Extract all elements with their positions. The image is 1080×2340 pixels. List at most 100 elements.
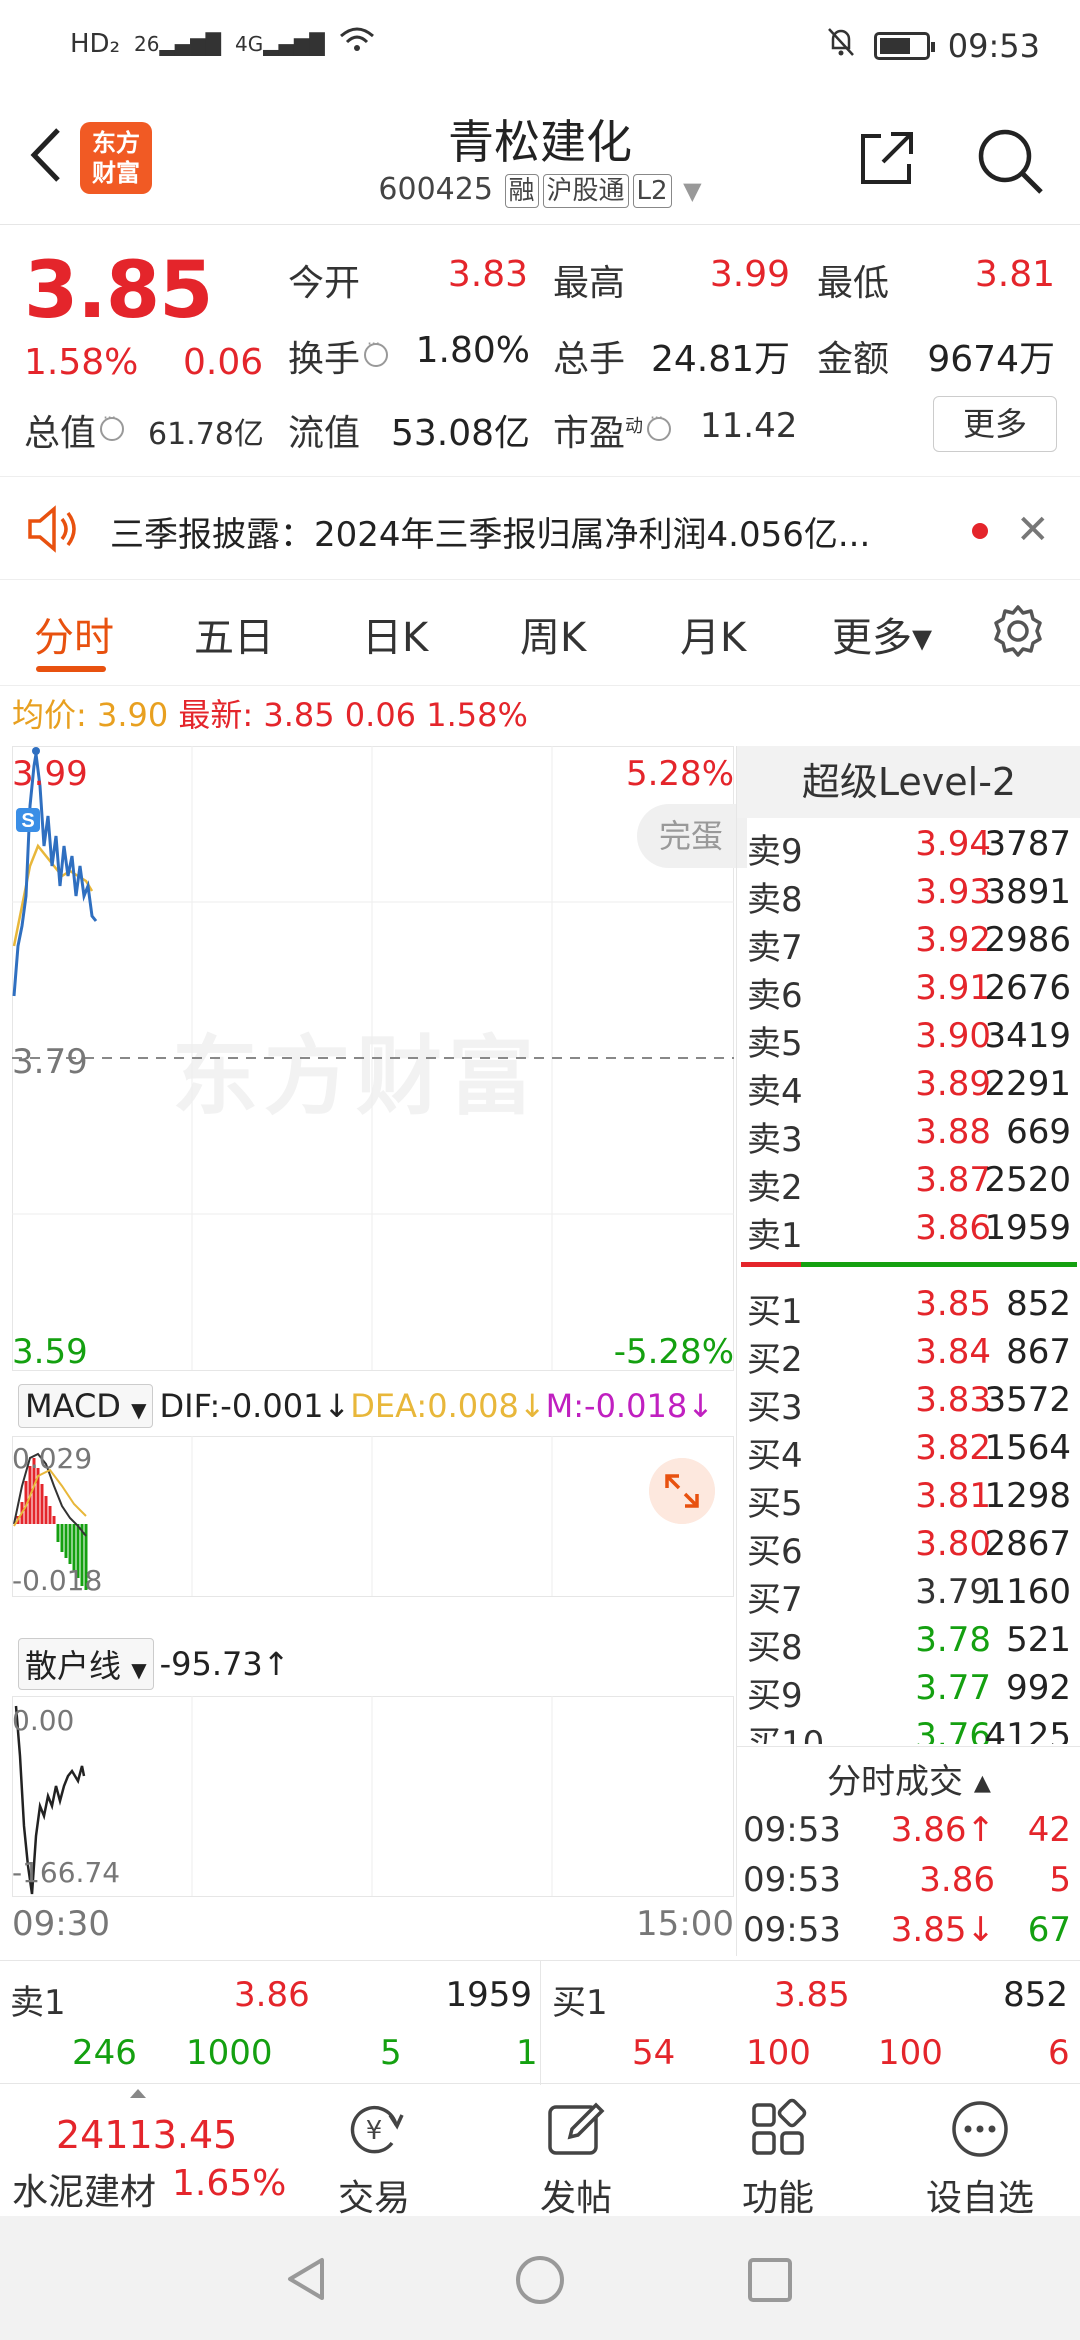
sell1-price: 3.86 bbox=[234, 1975, 310, 2015]
tab-intraday[interactable]: 分时 bbox=[34, 605, 114, 663]
bid-row: 买9 3.77 992 bbox=[747, 1668, 1071, 1716]
unread-dot bbox=[972, 523, 988, 539]
trade-icon: ¥ bbox=[350, 2105, 404, 2154]
chart-low-pct: -5.28% bbox=[613, 1332, 734, 1372]
bid-row: 买4 3.82 1564 bbox=[747, 1428, 1071, 1476]
nav-add-watchlist[interactable]: 设自选 bbox=[880, 2085, 1080, 2219]
info-icon bbox=[100, 408, 125, 441]
order-book[interactable]: 超级Level-2 卖9 3.94 3787 卖8 3.93 3891 卖7 3.92 29… bbox=[736, 746, 1080, 1956]
sell1-volume: 1959 bbox=[445, 1975, 532, 2015]
tick-trades-title[interactable]: 分时成交 ▴ bbox=[737, 1754, 1080, 1803]
retail-line-value: -95.73 bbox=[159, 1645, 263, 1683]
sell-queue-item: 5 bbox=[380, 2033, 402, 2073]
sell-queue-item: 246 bbox=[72, 2033, 137, 2073]
nav-recents-icon[interactable] bbox=[746, 2256, 794, 2304]
avg-price-bar: 均价: 3.90 最新: 3.85 0.06 1.58% bbox=[12, 690, 528, 742]
tab-five-day[interactable]: 五日 bbox=[194, 605, 274, 663]
volume-value: 24.81万 bbox=[650, 339, 790, 380]
book-divider bbox=[741, 1262, 1077, 1267]
macd-dea: DEA:0.008 bbox=[350, 1387, 519, 1425]
nav-post[interactable]: 发帖 bbox=[476, 2085, 676, 2219]
open-value: 3.83 bbox=[447, 254, 528, 295]
more-dots-icon bbox=[952, 2101, 1008, 2157]
nav-back-icon[interactable] bbox=[282, 2254, 332, 2304]
chart-tabs: 分时 五日 日K 周K 月K 更多▾ bbox=[0, 581, 1080, 686]
bid-row: 买5 3.81 1298 bbox=[747, 1476, 1071, 1524]
chart-prev-close: 3.79 bbox=[12, 1042, 88, 1082]
open-label: 今开 bbox=[288, 263, 361, 304]
sell-queue-item: 1000 bbox=[186, 2033, 273, 2073]
more-quote-button[interactable]: 更多 bbox=[933, 396, 1057, 452]
ask-row: 卖6 3.91 2676 bbox=[747, 968, 1071, 1016]
low-label: 最低 bbox=[817, 263, 890, 304]
tab-more[interactable]: 更多▾ bbox=[832, 605, 932, 663]
nav-trade[interactable]: ¥ 交易 bbox=[274, 2085, 474, 2219]
bid-row: 买3 3.83 3572 bbox=[747, 1380, 1071, 1428]
latest-label: 最新: bbox=[178, 696, 254, 734]
mktcap-label[interactable]: 总值 bbox=[24, 404, 125, 456]
battery-icon bbox=[873, 32, 935, 60]
bid-row: 买7 3.79 1160 bbox=[747, 1572, 1071, 1620]
search-icon[interactable] bbox=[975, 126, 1045, 196]
ask-row: 卖1 3.86 1959 bbox=[747, 1208, 1071, 1256]
hd-indicator: HD₂ bbox=[70, 28, 120, 59]
bid-row: 买1 3.85 852 bbox=[747, 1284, 1071, 1332]
share-icon[interactable] bbox=[855, 126, 919, 190]
macd-bottom-value: -0.018 bbox=[12, 1564, 103, 1597]
sector-index[interactable]: 24113.45 水泥建材 1.65% bbox=[0, 2085, 290, 2215]
time-start: 09:30 bbox=[12, 1904, 110, 1944]
retail-line-selector[interactable]: 散户线 ▼ bbox=[18, 1638, 154, 1690]
announcement-text: 三季报披露：2024年三季报归属净利润4.056亿... bbox=[110, 515, 871, 555]
sell-marker[interactable]: S bbox=[21, 810, 34, 832]
retail-line-bar: 散户线 ▼ -95.73 ↑ bbox=[12, 1634, 734, 1694]
expand-icon[interactable] bbox=[649, 1458, 715, 1524]
level1-queue[interactable]: 卖1 3.86 1959 买1 3.85 852 246 1000 5 1 54… bbox=[0, 1960, 1080, 2085]
pe-label[interactable]: 市盈动 bbox=[553, 404, 672, 456]
turnover-label[interactable]: 换手 bbox=[288, 330, 389, 382]
buy1-label: 买1 bbox=[552, 1983, 608, 2023]
gear-icon[interactable] bbox=[990, 603, 1046, 659]
latest-change: 0.06 bbox=[344, 696, 417, 734]
intraday-chart[interactable]: 东方财富 S 完蛋 3.99 5.28% 3.79 3.59 -5.28% MA… bbox=[12, 746, 747, 1956]
amount-value: 9674万 bbox=[927, 339, 1055, 380]
buy-queue-item: 100 bbox=[878, 2033, 943, 2073]
bid-row: 买6 3.80 2867 bbox=[747, 1524, 1071, 1572]
quote-panel: 3.85 1.58% 0.06 今开 3.83 最高 3.99 最低 3.81 … bbox=[0, 226, 1080, 476]
chart-high-pct: 5.28% bbox=[625, 754, 734, 794]
ask-row: 卖5 3.90 3419 bbox=[747, 1016, 1071, 1064]
tab-daily-k[interactable]: 日K bbox=[362, 605, 428, 663]
nav-functions[interactable]: 功能 bbox=[678, 2085, 878, 2219]
close-icon[interactable]: ✕ bbox=[1016, 507, 1050, 553]
wifi-icon bbox=[339, 26, 375, 61]
announcement-banner[interactable]: 三季报披露：2024年三季报归属净利润4.056亿... ✕ bbox=[0, 476, 1080, 580]
macd-top-value: 0.029 bbox=[12, 1442, 93, 1475]
clock: 09:53 bbox=[947, 27, 1040, 65]
mktcap-value: 61.78亿 bbox=[148, 417, 264, 452]
ask-row: 卖8 3.93 3891 bbox=[747, 872, 1071, 920]
latest-percent: 1.58% bbox=[426, 696, 528, 734]
complete-toggle[interactable]: 完蛋 bbox=[637, 804, 747, 868]
stock-header: 东方 财富 青松建化 600425 融沪股通 L2 ▼ bbox=[0, 90, 1080, 225]
buy1-price: 3.85 bbox=[774, 1975, 850, 2015]
caret-down-icon: ▼ bbox=[683, 177, 702, 205]
ask-row: 卖9 3.94 3787 bbox=[747, 824, 1071, 872]
nav-home-icon[interactable] bbox=[514, 2254, 566, 2306]
active-tab-indicator bbox=[36, 666, 106, 672]
macd-m: M:-0.018 bbox=[545, 1387, 688, 1425]
chart-high-price: 3.99 bbox=[12, 754, 88, 794]
turnover-value: 1.80% bbox=[415, 330, 530, 371]
avg-value: 3.90 bbox=[96, 696, 169, 734]
tab-weekly-k[interactable]: 周K bbox=[520, 605, 586, 663]
ask-row: 卖2 3.87 2520 bbox=[747, 1160, 1071, 1208]
tab-monthly-k[interactable]: 月K bbox=[680, 605, 746, 663]
ask-row: 卖3 3.88 669 bbox=[747, 1112, 1071, 1160]
margin-tag: 融 bbox=[504, 174, 539, 208]
sector-index-name: 水泥建材 bbox=[12, 2172, 157, 2213]
info-icon bbox=[647, 408, 672, 441]
status-bar: HD₂ 26▂▄▆█ 4G▂▄▆█ 09:53 bbox=[0, 0, 1080, 90]
sell1-label: 卖1 bbox=[10, 1983, 66, 2023]
macd-selector[interactable]: MACD ▼ bbox=[18, 1384, 154, 1428]
sector-index-pct: 1.65% bbox=[172, 2163, 287, 2204]
buy-queue-item: 6 bbox=[1048, 2033, 1070, 2073]
low-value: 3.81 bbox=[974, 254, 1055, 295]
